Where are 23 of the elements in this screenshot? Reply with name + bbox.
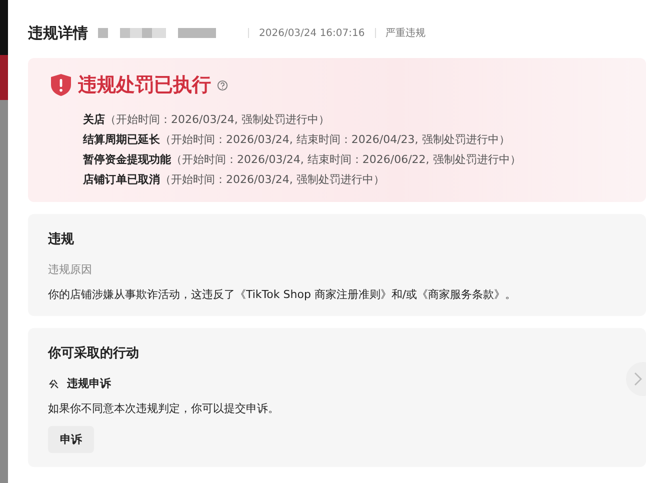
penalty-detail: （开始时间：2026/03/24, 结束时间：2026/04/23, 强制处罚进行中） [160,132,510,148]
alert-title: 违规处罚已执行 [78,73,211,98]
appeal-button[interactable]: 申诉 [48,426,94,453]
appeal-icon [48,378,59,388]
penalty-detail: （开始时间：2026/03/24, 结束时间：2026/06/22, 强制处罚进行中） [171,152,521,168]
penalty-detail: （开始时间：2026/03/24, 强制处罚进行中） [160,172,384,188]
chevron-right-icon [634,372,642,386]
penalty-name: 关店 [83,112,105,128]
violation-datetime: 2026/03/24 16:07:16 [259,28,365,38]
page-title: 违规详情 [28,24,88,42]
action-description: 如果你不同意本次违规判定，你可以提交申诉。 [48,401,280,416]
penalty-name: 暂停资金提现功能 [83,152,171,168]
penalty-name: 店铺订单已取消 [83,172,160,188]
warning-shield-icon [50,73,72,97]
penalty-detail: （开始时间：2026/03/24, 强制处罚进行中） [105,112,330,128]
section-title: 违规 [48,231,75,248]
reason-label: 违规原因 [48,262,93,277]
help-icon[interactable] [217,80,228,90]
action-title: 违规申诉 [67,376,111,391]
section-title: 你可采取的行动 [48,344,140,362]
penalty-name: 结算周期已延长 [83,132,160,148]
severity-label: 严重违规 [386,26,426,40]
reason-text: 你的店铺涉嫌从事欺诈活动，这违反了《TikTok Shop 商家注册准则》和/或《商家服务条款》。 [48,287,518,302]
